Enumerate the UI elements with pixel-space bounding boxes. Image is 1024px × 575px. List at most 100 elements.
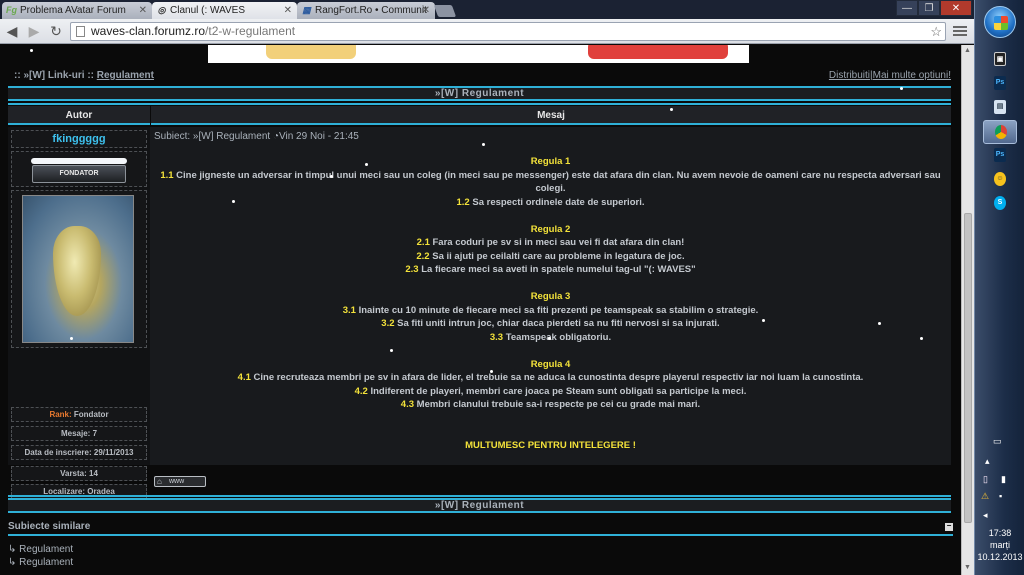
close-tab-icon[interactable]: ✕ [422,2,430,19]
clock-day[interactable]: marți [975,540,1024,551]
document-icon: ▤ [994,100,1006,114]
start-button[interactable] [984,6,1016,38]
author-column-header: Autor [8,106,150,125]
author-profile: fkinggggg FONDATOR Rank: Fondator Mesaje… [8,127,150,465]
stat-joined-value: 29/11/2013 [91,448,134,457]
website-button[interactable]: ⌂ www [154,476,206,487]
tray-expand-icon[interactable]: ▴ [985,456,990,467]
close-window-button[interactable]: ✕ [940,0,972,16]
snowflake [490,370,493,373]
rule-item: 1.1 Cine jigneste un adversar in timpul … [160,169,941,195]
scroll-down-icon[interactable]: ▼ [964,564,971,571]
stat-rank: Rank: Fondator [11,407,147,422]
rule-item: 3.2 Sa fiti uniti intrun joc, chiar daca… [381,318,720,329]
divider [8,495,951,497]
rank-snow-cap [31,158,127,164]
snowflake [390,349,393,352]
similar-topic-link[interactable]: ↳ Regulament [8,557,73,568]
reload-icon[interactable]: ↻ [48,23,64,39]
snowflake [900,87,903,90]
banner-red-button [588,45,728,59]
post-message: Regula 1 1.1 Cine jigneste un adversar i… [150,155,951,452]
taskbar-skype[interactable]: S [983,192,1017,216]
snowflake [70,337,73,340]
topic-title-bar: »[W] Regulament [8,86,951,101]
stat-joined: Data de inscriere: 29/11/2013 [11,445,147,460]
snowflake [548,337,551,340]
rule-item: 2.3 La fiecare meci sa aveti in spatele … [405,264,696,275]
collapse-icon[interactable]: − [945,522,953,531]
skype-icon: S [994,196,1006,210]
rank-image-box: FONDATOR [11,151,147,187]
network-icon[interactable]: ▮ [1001,474,1006,485]
windows-logo-icon [994,16,1008,30]
rule-item: 4.2 Indiferent de playeri, membri care j… [354,385,747,397]
snowflake [762,319,765,322]
rule-heading: Regula 3 [530,291,571,302]
stat-rank-value: Fondator [71,410,109,419]
tab-label: Problema AVatar Forum [20,5,126,16]
stat-messages-key: Mesaje: [60,429,91,438]
volume-icon[interactable]: ◂ [983,510,988,521]
scroll-up-icon[interactable]: ▲ [964,47,971,54]
forum-page: :: »[W] Link-uri :: Regulament Distribui… [0,45,961,575]
forward-arrow-icon[interactable]: ▶ [26,23,42,39]
browser-toolbar: ◀ ▶ ↻ waves-clan.forumz.ro/t2-w-regulame… [0,19,974,44]
stat-joined-key: Data de inscriere: [24,448,92,457]
share-options-link[interactable]: Distribuiti|Mai multe optiuni! [829,70,951,81]
taskbar-photoshop-2[interactable]: Ps [983,144,1017,168]
pear-painting [53,226,101,316]
breadcrumb-prefix[interactable]: :: »[W] Link-uri :: [14,70,94,81]
address-bar[interactable]: waves-clan.forumz.ro/t2-w-regulament ☆ [70,22,946,41]
rule-item: 1.2 Sa respecti ordinele date de superio… [456,196,645,208]
post-date: Vin 29 Noi - 21:45 [279,131,359,142]
browser-tab-strip: Fg Problema AVatar Forum ✕ ◎ Clanul (: W… [0,0,974,19]
bookmark-star-icon[interactable]: ☆ [930,23,942,40]
taskbar-messenger[interactable]: ☺ [983,168,1017,192]
snowflake [920,337,923,340]
stat-rank-key: Rank: [49,410,72,419]
snowflake [330,175,333,178]
tray-monitor-icon[interactable]: ▭ [993,436,1002,447]
closing-note: MULTUMESC PENTRU INTELEGERE ! [465,439,636,451]
snowflake [365,163,368,166]
tab-rangfort[interactable]: ▦ RangFort.Ro • Communit ✕ [297,2,435,19]
clock-time[interactable]: 17:38 [975,528,1024,539]
scrollbar-thumb[interactable] [964,213,972,523]
page-scrollbar[interactable]: ▲ ▼ [961,45,974,575]
close-tab-icon[interactable]: ✕ [284,2,292,19]
banner-cartoon [266,45,356,59]
tray-note-icon[interactable]: ▯ [983,474,988,485]
taskbar-app-1[interactable]: ▣ [983,48,1017,72]
post-subject: Subiect: »[W] Regulament ◔Vin 29 Noi - 2… [154,131,359,142]
photoshop-icon: Ps [994,148,1006,162]
similar-topic-link[interactable]: ↳ Regulament [8,544,73,555]
warning-flag-icon[interactable]: ⚠ [981,491,989,502]
author-username[interactable]: fkinggggg [52,133,105,145]
post-content: Subiect: »[W] Regulament ◔Vin 29 Noi - 2… [150,127,951,465]
page-icon [76,26,85,37]
minimize-button[interactable]: — [896,0,918,16]
chrome-menu-icon[interactable] [953,24,967,38]
new-tab-button[interactable] [433,5,457,17]
rule-heading: Regula 2 [530,223,571,235]
tab-clanul-waves[interactable]: ◎ Clanul (: WAVES ✕ [152,2,297,19]
similar-topics-header: Subiecte similare − [8,520,953,536]
page-favicon-icon: ◎ [157,5,166,15]
post-subject-label: Subiect: »[W] Regulament [154,131,271,142]
tab-label: RangFort.Ro • Communit [315,5,427,16]
taskbar-photoshop-1[interactable]: Ps [983,72,1017,96]
tray-app-icon[interactable]: ▪ [999,491,1002,501]
clock-date[interactable]: 10.12.2013 [975,552,1024,563]
taskbar-app-3[interactable]: ▤ [983,96,1017,120]
chrome-icon [995,125,1007,139]
rangfort-favicon-icon: ▦ [302,5,311,15]
back-arrow-icon[interactable]: ◀ [4,23,20,39]
taskbar-chrome[interactable] [983,120,1017,144]
tab-problema-avatar[interactable]: Fg Problema AVatar Forum ✕ [2,2,152,19]
rule-item: 2.2 Sa ii ajuti pe ceilalti care au prob… [416,250,685,262]
maximize-button[interactable]: ❐ [918,0,940,16]
tab-label: Clanul (: WAVES [170,5,246,16]
close-tab-icon[interactable]: ✕ [139,2,147,19]
breadcrumb-current[interactable]: Regulament [97,70,154,81]
